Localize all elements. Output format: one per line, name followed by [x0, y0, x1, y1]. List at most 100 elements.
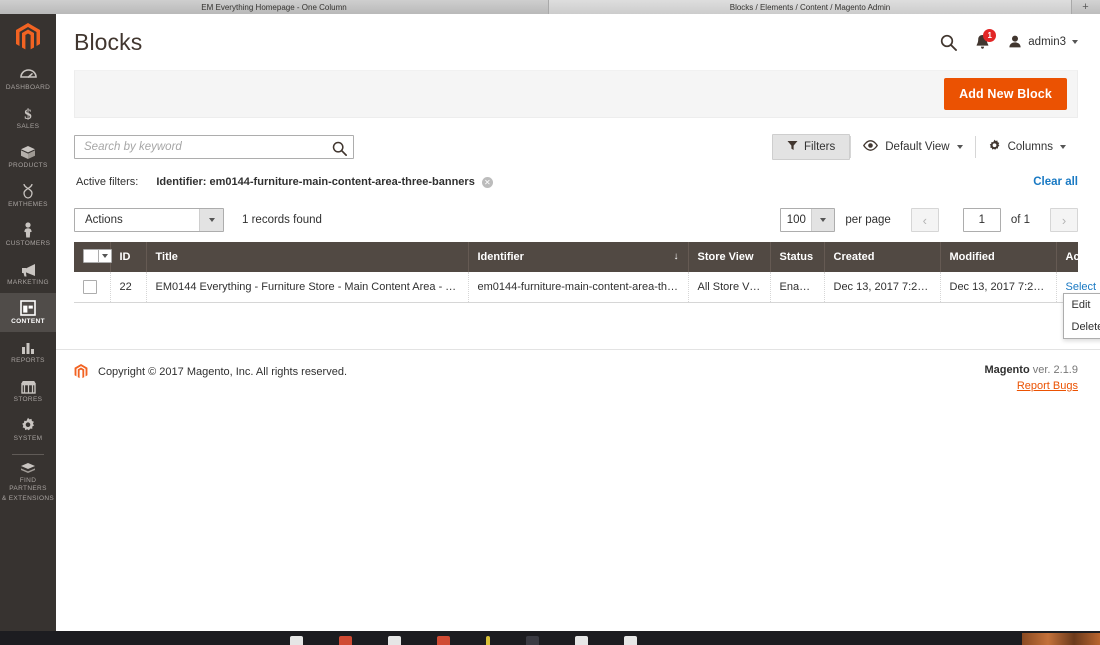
sidebar-item-label: CUSTOMERS [5, 239, 51, 247]
filters-button[interactable]: Filters [771, 134, 851, 160]
sidebar-item-label: STORES [13, 395, 43, 403]
column-header-action[interactable]: Action [1056, 242, 1100, 272]
dollar-icon: $ [21, 105, 35, 121]
bar-chart-icon [21, 339, 36, 355]
dock-icon[interactable] [624, 636, 637, 645]
magento-logo[interactable] [0, 14, 56, 59]
sidebar-item-emthemes[interactable]: EMTHEMES [0, 176, 56, 215]
browser-tab-inactive[interactable]: EM Everything Homepage - One Column [0, 0, 549, 14]
checkbox-box [84, 250, 98, 262]
per-page-select[interactable]: 100 [780, 208, 836, 232]
sidebar-item-stores[interactable]: STORES [0, 371, 56, 410]
close-circle-icon[interactable]: ✕ [481, 176, 493, 188]
column-header-status[interactable]: Status [770, 242, 825, 272]
admin-user-menu[interactable]: admin3 [1008, 35, 1078, 49]
search-box [74, 135, 354, 159]
select-all-checkbox[interactable] [83, 249, 112, 263]
cell-store-view: All Store Views [688, 272, 771, 303]
notifications-count-badge: 1 [983, 29, 997, 42]
row-checkbox[interactable] [83, 280, 97, 294]
chevron-down-icon [199, 209, 223, 231]
sidebar-item-dashboard[interactable]: DASHBOARD [0, 59, 56, 98]
admin-page: Blocks 1 admin3 Add New Block Search by … [56, 14, 1100, 631]
magento-logo-icon [74, 364, 88, 379]
admin-user-name: admin3 [1028, 36, 1066, 48]
column-header-title[interactable]: Title [146, 242, 469, 272]
cell-title: EM0144 Everything - Furniture Store - Ma… [146, 272, 469, 303]
cell-created: Dec 13, 2017 7:24:49 AM [824, 272, 941, 303]
search-input[interactable] [75, 136, 353, 158]
dock-icon[interactable] [526, 636, 539, 645]
row-select-cell[interactable] [74, 272, 111, 303]
columns-dropdown[interactable]: Columns [976, 134, 1078, 160]
dock-icon[interactable] [388, 636, 401, 645]
sidebar-item-system[interactable]: SYSTEM [0, 410, 56, 449]
sidebar-item-reports[interactable]: REPORTS [0, 332, 56, 371]
dock-icon[interactable] [486, 636, 490, 645]
footer-right: Magento ver. 2.1.9 Report Bugs [984, 364, 1078, 394]
column-header-id[interactable]: ID [110, 242, 147, 272]
sidebar-item-label: PRODUCTS [8, 161, 48, 169]
sidebar-item-label: CONTENT [11, 317, 45, 325]
clear-all-link[interactable]: Clear all [1033, 176, 1078, 188]
person-icon [22, 221, 34, 238]
sidebar-item-sales[interactable]: $ SALES [0, 98, 56, 137]
total-pages-label: of 1 [1010, 214, 1030, 226]
column-header-modified[interactable]: Modified [940, 242, 1057, 272]
browser-tab-active[interactable]: Blocks / Elements / Content / Magento Ad… [549, 0, 1072, 14]
next-page-button[interactable]: › [1050, 208, 1078, 232]
mass-actions-select[interactable]: Actions [74, 208, 224, 232]
select-all-header[interactable] [74, 242, 112, 272]
new-tab-button[interactable]: + [1072, 0, 1099, 14]
table-row[interactable]: 22 EM0144 Everything - Furniture Store -… [74, 272, 1100, 339]
layout-icon [20, 299, 36, 316]
column-header-store-view[interactable]: Store View [688, 242, 771, 272]
sidebar-item-products[interactable]: PRODUCTS [0, 137, 56, 176]
search-icon[interactable] [940, 34, 958, 51]
page-number-input[interactable] [962, 208, 1001, 232]
previous-page-button[interactable]: ‹ [910, 208, 939, 232]
chevron-down-icon [956, 145, 963, 149]
active-filter-chip: Identifier: em0144-furniture-main-conten… [156, 176, 493, 188]
page-footer: Copyright © 2017 Magento, Inc. All right… [56, 349, 1100, 394]
sidebar-item-marketing[interactable]: MARKETING [0, 254, 56, 293]
notifications-bell-icon[interactable]: 1 [975, 29, 997, 50]
footer-left: Copyright © 2017 Magento, Inc. All right… [74, 364, 347, 379]
search-submit-icon[interactable] [329, 138, 349, 158]
chevron-down-icon [1060, 145, 1066, 149]
row-action-delete[interactable]: Delete [1064, 316, 1100, 338]
default-view-label: Default View [885, 141, 950, 153]
grid-controls: Filters Default View Columns [74, 134, 1078, 160]
dock-icon[interactable] [437, 636, 450, 645]
column-header-created[interactable]: Created [824, 242, 941, 272]
chevron-down-icon [98, 250, 111, 262]
row-action-select[interactable]: Select [1066, 281, 1100, 293]
funnel-icon [787, 140, 798, 154]
grid-header: ID Title Identifier ↓ Store View Status … [74, 242, 1100, 272]
column-header-identifier[interactable]: Identifier ↓ [468, 242, 689, 272]
report-bugs-link[interactable]: Report Bugs [1017, 380, 1078, 392]
eye-icon [863, 140, 879, 154]
sidebar-item-label: SYSTEM [13, 434, 43, 442]
row-action-edit[interactable]: Edit [1064, 294, 1100, 316]
add-new-block-button[interactable]: Add New Block [944, 78, 1067, 110]
page-header: Blocks 1 admin3 [56, 14, 1100, 70]
active-filters-row: Active filters: Identifier: em0144-furni… [74, 172, 1078, 198]
dock-preview-thumbnail[interactable] [1022, 633, 1100, 645]
default-view-dropdown[interactable]: Default View [851, 135, 974, 159]
sidebar-item-customers[interactable]: CUSTOMERS [0, 215, 56, 254]
grid-pager-row: Actions 1 records found 100 per page ‹ o… [74, 208, 1078, 232]
sidebar-item-content[interactable]: CONTENT [0, 293, 56, 332]
dock-icon[interactable] [339, 636, 352, 645]
browser-tab-active-title: Blocks / Elements / Content / Magento Ad… [729, 2, 891, 12]
active-filters-label: Active filters: [76, 176, 139, 188]
gear-icon [988, 139, 1001, 155]
sidebar-item-find-partners[interactable]: FIND PARTNERS & EXTENSIONS [0, 459, 56, 503]
dock-icon[interactable] [290, 636, 303, 645]
gear-icon [20, 417, 36, 433]
dock-icon[interactable] [575, 636, 588, 645]
active-filter-chip-label: Identifier: em0144-furniture-main-conten… [156, 176, 475, 188]
page-title: Blocks [74, 28, 143, 55]
column-header-identifier-label: Identifier [477, 251, 524, 263]
extensions-icon [20, 459, 36, 475]
